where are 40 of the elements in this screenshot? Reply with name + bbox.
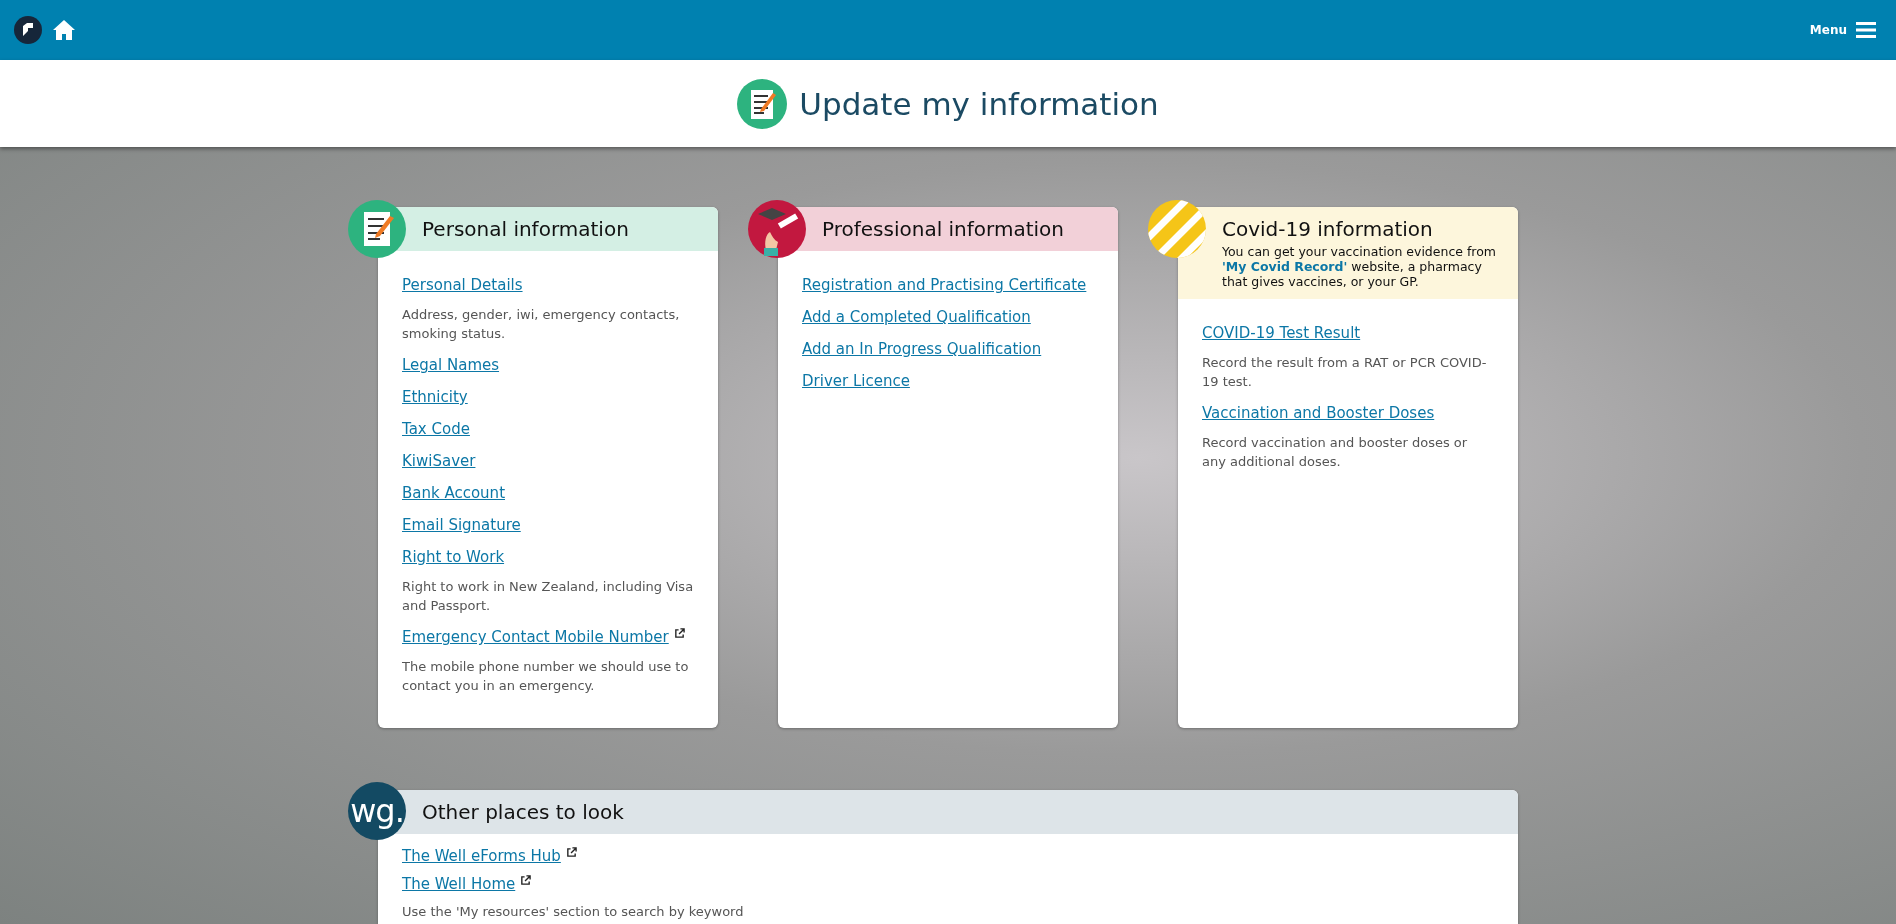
link[interactable]: Ethnicity [402,387,468,407]
link[interactable]: Emergency Contact Mobile Number [402,627,685,647]
link[interactable]: Personal Details [402,275,523,295]
link[interactable]: Right to Work [402,547,505,567]
description-text: The mobile phone number we should use to contact you in an emergency. [402,658,690,695]
link[interactable]: Vaccination and Booster Doses [1202,403,1435,423]
link[interactable]: COVID-19 Test Result [1202,323,1361,343]
link[interactable]: Email Signature [402,515,521,535]
link[interactable]: 'My Covid Record' [1222,259,1348,274]
link[interactable]: Bank Account [402,483,505,503]
menu-icon [1856,22,1876,38]
home-icon[interactable] [52,19,76,41]
description-text: Record vaccination and booster doses or any additional doses. [1202,434,1469,471]
link[interactable]: The Well eForms Hub [402,846,577,866]
logo-badge: wg. [348,782,406,840]
link[interactable]: Tax Code [402,419,470,439]
card-title: Professional information [822,216,1065,242]
striped-circle-icon [1148,200,1206,258]
link[interactable]: Add a Completed Qualification [802,307,1031,327]
external-link-icon [565,847,577,858]
link[interactable]: Legal Names [402,355,500,375]
description-text: Address, gender, iwi, emergency contacts, smoking status. [402,306,681,343]
description-text: Record the result from a RAT or PCR COVID-19 test. [1202,354,1488,391]
checklist-icon [737,78,788,129]
page-title: Update my information [799,85,1159,122]
card-title: Covid-19 information [1222,216,1434,242]
note-text: You can get your vaccination evidence from 'My Covid Record' website, a pharmacy that gives vaccines, or your GP. [1222,244,1498,289]
link[interactable]: Add an In Progress Qualification [802,339,1042,359]
menu-button[interactable]: Menu [1809,22,1876,38]
description-text: Right to work in New Zealand, including Visa and Passport. [402,578,694,615]
logo-icon[interactable] [14,16,42,44]
card-title: Personal information [422,216,630,242]
hint-text: Use the 'My resources' section to search by keyword [402,903,745,921]
link[interactable]: The Well Home [402,874,532,894]
card-title: Other places to look [422,799,625,825]
link[interactable]: Driver Licence [802,371,910,391]
link[interactable]: KiwiSaver [402,451,476,471]
link[interactable]: Registration and Practising Certificate [802,275,1087,295]
external-link-icon [520,875,532,886]
external-link-icon [673,628,685,639]
